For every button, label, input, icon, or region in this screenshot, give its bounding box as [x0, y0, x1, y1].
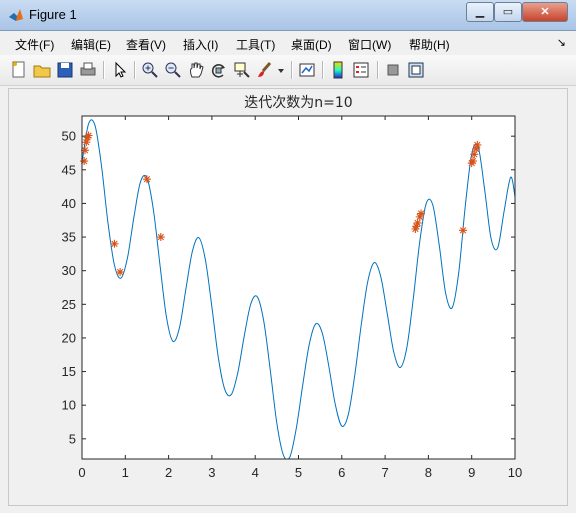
toolbar-separator — [377, 61, 379, 79]
new-figure-icon[interactable] — [9, 60, 29, 80]
close-icon: ✕ — [540, 6, 550, 18]
maximize-button[interactable]: ▭ — [494, 2, 522, 22]
menu-bar: 文件(F) 编辑(E) 查看(V) 插入(I) 工具(T) 桌面(D) 窗口(W… — [0, 31, 576, 55]
chart-title: 迭代次数为n=10 — [244, 95, 352, 111]
x-tick-label: 8 — [425, 465, 432, 480]
y-tick-label: 10 — [62, 398, 76, 413]
rotate-icon[interactable] — [209, 60, 229, 80]
zoom-out-icon[interactable] — [163, 60, 183, 80]
toolbar-separator — [291, 61, 293, 79]
y-tick-label: 40 — [62, 196, 76, 211]
particle-marker — [417, 209, 426, 218]
menu-help[interactable]: 帮助(H) — [409, 36, 450, 53]
window-title: Figure 1 — [29, 7, 77, 22]
x-tick-label: 2 — [165, 465, 172, 480]
print-icon[interactable] — [78, 60, 98, 80]
x-tick-label: 4 — [252, 465, 259, 480]
pan-icon[interactable] — [186, 60, 206, 80]
open-icon[interactable] — [32, 60, 52, 80]
y-tick-label: 25 — [62, 297, 76, 312]
y-tick-label: 5 — [69, 431, 76, 446]
figure-toolbar — [0, 55, 576, 86]
hide-plot-tools-icon[interactable] — [383, 60, 403, 80]
menu-edit[interactable]: 编辑(E) — [71, 36, 111, 53]
menu-tools[interactable]: 工具(T) — [236, 36, 275, 53]
x-tick-label: 1 — [122, 465, 129, 480]
y-tick-label: 30 — [62, 263, 76, 278]
y-tick-label: 35 — [62, 230, 76, 245]
menu-file[interactable]: 文件(F) — [15, 36, 54, 53]
legend-icon[interactable] — [351, 60, 371, 80]
particle-marker — [156, 233, 165, 242]
y-tick-label: 50 — [62, 129, 76, 144]
y-tick-label: 20 — [62, 330, 76, 345]
colorbar-icon[interactable] — [328, 60, 348, 80]
x-tick-label: 0 — [78, 465, 85, 480]
x-tick-label: 5 — [295, 465, 302, 480]
toolbar-separator — [103, 61, 105, 79]
toolbar-separator — [322, 61, 324, 79]
figure-canvas: 迭代次数为n=10 0 1 2 3 4 5 6 7 8 9 10 5 10 15 20 25 30 35 40 45 50 — [8, 88, 568, 506]
x-tick-label: 6 — [338, 465, 345, 480]
x-tick-label: 9 — [468, 465, 475, 480]
menu-window[interactable]: 窗口(W) — [348, 36, 391, 53]
close-button[interactable]: ✕ — [522, 2, 568, 22]
line-plot[interactable]: 迭代次数为n=100 1 2 3 4 5 6 7 8 9 105101520253035404550 — [9, 89, 567, 505]
window-titlebar: Figure 1 ▁ ▭ ✕ — [0, 0, 576, 31]
particle-marker — [116, 268, 125, 277]
toolbar-separator — [134, 61, 136, 79]
minimize-icon: ▁ — [475, 6, 485, 18]
minimize-button[interactable]: ▁ — [466, 2, 494, 22]
y-tick-label: 15 — [62, 364, 76, 379]
matlab-logo-icon — [9, 9, 23, 21]
save-icon[interactable] — [55, 60, 75, 80]
zoom-in-icon[interactable] — [140, 60, 160, 80]
menu-insert[interactable]: 插入(I) — [183, 36, 218, 53]
plot-area — [82, 116, 515, 459]
link-plot-icon[interactable] — [297, 60, 317, 80]
menu-desktop[interactable]: 桌面(D) — [291, 36, 332, 53]
data-cursor-icon[interactable] — [232, 60, 252, 80]
brush-icon[interactable] — [255, 60, 275, 80]
x-tick-label: 7 — [381, 465, 388, 480]
pointer-icon[interactable] — [110, 60, 130, 80]
brush-dropdown-icon[interactable] — [276, 60, 286, 80]
y-tick-label: 45 — [62, 162, 76, 177]
show-plot-tools-icon[interactable] — [406, 60, 426, 80]
x-tick-label: 3 — [208, 465, 215, 480]
x-tick-label: 10 — [508, 465, 522, 480]
menu-view[interactable]: 查看(V) — [126, 36, 166, 53]
maximize-icon: ▭ — [502, 6, 514, 18]
menu-dock-icon[interactable]: ↘ — [557, 36, 566, 49]
